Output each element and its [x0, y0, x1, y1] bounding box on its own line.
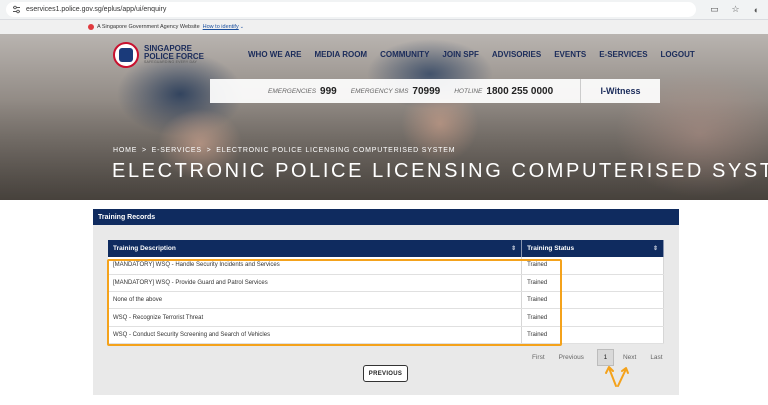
- nav-who-we-are[interactable]: WHO WE ARE: [248, 50, 301, 59]
- cast-icon[interactable]: ▭: [709, 4, 720, 15]
- cell-status: Trained: [521, 257, 664, 275]
- breadcrumb-home[interactable]: HOME: [113, 147, 137, 154]
- annotation-arrows-icon: [605, 366, 629, 387]
- sms-label: EMERGENCY SMS: [350, 87, 409, 95]
- breadcrumb-separator: >: [141, 147, 147, 154]
- hotline-bar: EMERGENCIES 999 EMERGENCY SMS 70999 HOTL…: [210, 79, 660, 103]
- nav-e-services[interactable]: E-SERVICES: [599, 50, 647, 59]
- table-row: None of the above Trained: [108, 291, 664, 310]
- table-header-row: Training Description ⇕ Training Status ⇕: [108, 240, 664, 257]
- address-bar[interactable]: eservices1.police.gov.sg/eplus/app/ui/en…: [6, 2, 696, 17]
- page-previous[interactable]: Previous: [559, 354, 584, 361]
- cell-status: Trained: [521, 274, 664, 293]
- sort-icon[interactable]: ⇕: [511, 245, 516, 252]
- cell-status: Trained: [521, 308, 664, 327]
- sort-icon[interactable]: ⇕: [653, 245, 658, 252]
- bookmark-star-icon[interactable]: ☆: [730, 4, 741, 15]
- page-last[interactable]: Last: [650, 354, 662, 361]
- i-witness-link[interactable]: I-Witness: [580, 79, 660, 103]
- cell-description: [MANDATORY] WSQ - Provide Guard and Patr…: [108, 274, 523, 293]
- hotline-label: HOTLINE: [454, 87, 483, 95]
- cell-description: WSQ - Recognize Terrorist Threat: [108, 308, 523, 327]
- sms-number[interactable]: 70999: [412, 86, 440, 97]
- cell-status: Trained: [521, 326, 664, 344]
- nav-media-room[interactable]: MEDIA ROOM: [314, 50, 367, 59]
- previous-button[interactable]: PREVIOUS: [363, 365, 408, 382]
- table-row: WSQ - Conduct Security Screening and Sea…: [108, 326, 664, 344]
- nav-community[interactable]: COMMUNITY: [380, 50, 429, 59]
- breadcrumb: HOME > E-SERVICES > ELECTRONIC POLICE LI…: [113, 147, 457, 154]
- table-row: WSQ - Recognize Terrorist Threat Trained: [108, 308, 664, 327]
- training-records-table: Training Description ⇕ Training Status ⇕ […: [108, 240, 664, 344]
- breadcrumb-separator: >: [206, 147, 212, 154]
- emergencies-label: EMERGENCIES: [268, 87, 317, 95]
- panel-title: Training Records: [93, 209, 679, 225]
- how-to-identify-link[interactable]: How to identify: [203, 24, 239, 30]
- nav-join-spf[interactable]: JOIN SPF: [442, 50, 478, 59]
- nav-logout[interactable]: LOGOUT: [661, 50, 695, 59]
- cell-description: None of the above: [108, 291, 523, 310]
- hotline-number[interactable]: 1800 255 0000: [486, 86, 553, 97]
- breadcrumb-e-services[interactable]: E-SERVICES: [152, 147, 202, 154]
- cell-description: WSQ - Conduct Security Screening and Sea…: [108, 326, 523, 344]
- url-text[interactable]: eservices1.police.gov.sg/eplus/app/ui/en…: [26, 6, 166, 13]
- hero-banner: SINGAPORE POLICE FORCE SAFEGUARDING EVER…: [0, 34, 768, 200]
- page-first[interactable]: First: [532, 354, 545, 361]
- column-header-description[interactable]: Training Description ⇕: [108, 240, 523, 257]
- breadcrumb-current: ELECTRONIC POLICE LICENSING COMPUTERISED…: [216, 147, 456, 154]
- table-row: [MANDATORY] WSQ - Handle Security Incide…: [108, 257, 664, 275]
- main-nav: WHO WE ARE MEDIA ROOM COMMUNITY JOIN SPF…: [248, 50, 708, 59]
- page-title: ELECTRONIC POLICE LICENSING COMPUTERISED…: [112, 160, 768, 182]
- lion-head-icon: [88, 24, 94, 30]
- cell-status: Trained: [521, 291, 664, 310]
- logo-tagline: SAFEGUARDING EVERY DAY: [144, 60, 198, 65]
- gov-banner: A Singapore Government Agency Website Ho…: [0, 20, 768, 34]
- table-row: [MANDATORY] WSQ - Provide Guard and Patr…: [108, 274, 664, 293]
- site-settings-icon[interactable]: [12, 5, 21, 14]
- profile-icon[interactable]: ◐: [751, 4, 762, 15]
- spf-logo[interactable]: SINGAPORE POLICE FORCE SAFEGUARDING EVER…: [113, 42, 204, 68]
- spf-crest-icon: [113, 42, 139, 68]
- gov-banner-text: A Singapore Government Agency Website: [97, 24, 200, 30]
- nav-events[interactable]: EVENTS: [554, 50, 586, 59]
- cell-description: [MANDATORY] WSQ - Handle Security Incide…: [108, 257, 523, 275]
- nav-advisories[interactable]: ADVISORIES: [492, 50, 541, 59]
- chevron-down-icon[interactable]: ⌄: [240, 24, 244, 30]
- emergencies-number[interactable]: 999: [320, 86, 337, 97]
- column-header-status[interactable]: Training Status ⇕: [521, 240, 664, 257]
- browser-toolbar: eservices1.police.gov.sg/eplus/app/ui/en…: [0, 0, 768, 20]
